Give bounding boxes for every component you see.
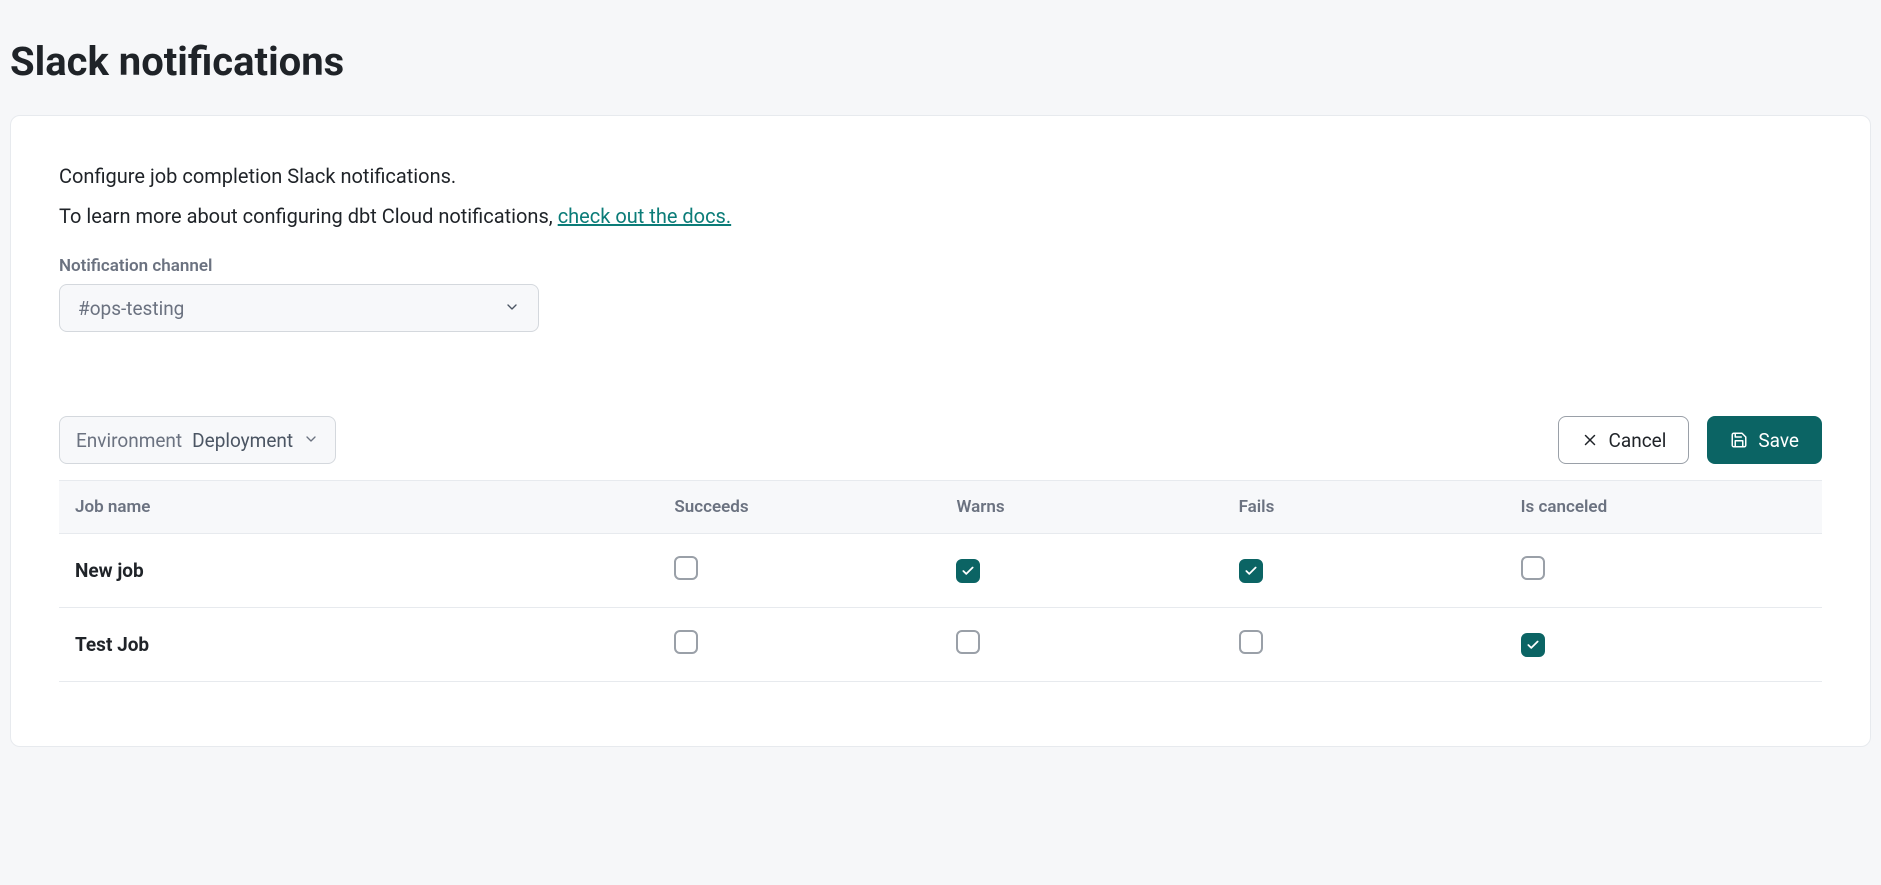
- job-name-cell: New job: [59, 534, 658, 608]
- is-canceled-checkbox[interactable]: [1521, 556, 1545, 580]
- succeeds-checkbox[interactable]: [674, 556, 698, 580]
- chevron-down-icon: [504, 297, 520, 320]
- col-header-warns: Warns: [940, 481, 1222, 534]
- notification-channel-label: Notification channel: [59, 256, 1822, 276]
- settings-card: Configure job completion Slack notificat…: [10, 115, 1871, 747]
- cancel-button[interactable]: Cancel: [1558, 416, 1690, 464]
- jobs-table-header-row: Job name Succeeds Warns Fails Is cancele…: [59, 481, 1822, 534]
- intro-line-2-prefix: To learn more about configuring dbt Clou…: [59, 204, 558, 228]
- warns-checkbox[interactable]: [956, 559, 980, 583]
- succeeds-checkbox[interactable]: [674, 630, 698, 654]
- fails-checkbox[interactable]: [1239, 630, 1263, 654]
- col-header-succeeds: Succeeds: [658, 481, 940, 534]
- is-canceled-cell: [1505, 534, 1822, 608]
- is-canceled-cell: [1505, 608, 1822, 682]
- action-buttons: Cancel Save: [1558, 416, 1822, 464]
- environment-filter-value: Deployment: [192, 429, 293, 452]
- is-canceled-checkbox[interactable]: [1521, 633, 1545, 657]
- fails-cell: [1223, 608, 1505, 682]
- col-header-is-canceled: Is canceled: [1505, 481, 1822, 534]
- notification-channel-value: #ops-testing: [78, 297, 184, 320]
- intro-line-2: To learn more about configuring dbt Clou…: [59, 204, 1822, 228]
- fails-checkbox[interactable]: [1239, 559, 1263, 583]
- intro-line-1: Configure job completion Slack notificat…: [59, 164, 1822, 188]
- table-row: Test Job: [59, 608, 1822, 682]
- page: Slack notifications Configure job comple…: [0, 0, 1881, 757]
- notification-channel-select[interactable]: #ops-testing: [59, 284, 539, 332]
- col-header-fails: Fails: [1223, 481, 1505, 534]
- fails-cell: [1223, 534, 1505, 608]
- save-icon: [1730, 431, 1748, 449]
- job-name-cell: Test Job: [59, 608, 658, 682]
- close-icon: [1581, 431, 1599, 449]
- toolbar-row: Environment Deployment Cancel S: [59, 416, 1822, 464]
- docs-link[interactable]: check out the docs.: [558, 204, 731, 228]
- jobs-table: Job name Succeeds Warns Fails Is cancele…: [59, 480, 1822, 682]
- page-title: Slack notifications: [10, 0, 1871, 115]
- succeeds-cell: [658, 608, 940, 682]
- cancel-button-label: Cancel: [1609, 429, 1667, 452]
- chevron-down-icon: [303, 429, 319, 452]
- warns-checkbox[interactable]: [956, 630, 980, 654]
- environment-filter-select[interactable]: Environment Deployment: [59, 416, 336, 464]
- warns-cell: [940, 608, 1222, 682]
- table-row: New job: [59, 534, 1822, 608]
- col-header-job-name: Job name: [59, 481, 658, 534]
- environment-filter-label: Environment: [76, 429, 182, 452]
- warns-cell: [940, 534, 1222, 608]
- succeeds-cell: [658, 534, 940, 608]
- save-button[interactable]: Save: [1707, 416, 1822, 464]
- save-button-label: Save: [1758, 429, 1799, 452]
